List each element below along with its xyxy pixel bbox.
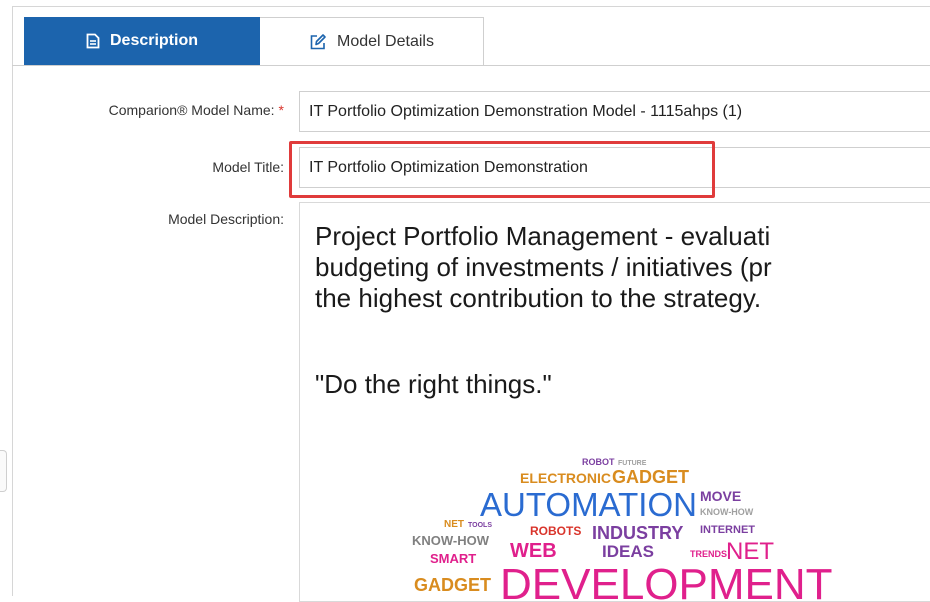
word-cloud-word: AUTOMATION (480, 486, 697, 523)
tab-model-details[interactable]: Model Details (260, 17, 484, 65)
description-line-3: the highest contribution to the strategy… (315, 283, 762, 313)
sidebar-handle[interactable] (0, 450, 7, 492)
word-cloud-word: GADGET (414, 575, 491, 595)
tab-bar: Description Model Details (12, 17, 930, 66)
word-cloud-word: KNOW-HOW (700, 507, 754, 517)
model-description-label-text: Model Description: (168, 211, 284, 227)
word-cloud-word: MOVE (700, 488, 741, 504)
panel-left-border (12, 6, 13, 596)
model-name-label-text: Comparion® Model Name: (108, 102, 275, 118)
word-cloud-image: ROBOT FUTURE ELECTRONIC GADGET AUTOMATIO… (412, 457, 833, 601)
model-title-value: IT Portfolio Optimization Demonstration (309, 158, 588, 176)
word-cloud-word: ELECTRONIC (520, 470, 611, 486)
model-description-label: Model Description: (30, 211, 284, 227)
model-name-input[interactable]: IT Portfolio Optimization Demonstration … (299, 91, 930, 132)
description-line-2: budgeting of investments / initiatives (… (315, 252, 772, 282)
word-cloud-word: KNOW-HOW (412, 533, 490, 548)
document-icon (86, 33, 100, 49)
word-cloud-word: INTERNET (700, 524, 755, 536)
edit-icon (309, 33, 327, 51)
word-cloud-word: SMART (430, 551, 476, 566)
tab-description[interactable]: Description (24, 17, 260, 65)
word-cloud-word: TRENDS (690, 549, 727, 559)
model-name-label: Comparion® Model Name: * (30, 102, 284, 118)
word-cloud-word: IDEAS (602, 542, 654, 561)
required-marker: * (278, 102, 284, 118)
word-cloud-word: NET (444, 519, 464, 530)
model-description-editor[interactable]: Project Portfolio Management - evaluati … (299, 202, 930, 602)
tab-model-details-label: Model Details (337, 32, 434, 50)
word-cloud-word: INDUSTRY (592, 523, 683, 543)
word-cloud-word: ROBOT (582, 457, 615, 467)
model-title-input[interactable]: IT Portfolio Optimization Demonstration (299, 147, 930, 188)
word-cloud-word: GADGET (612, 467, 689, 487)
model-name-value: IT Portfolio Optimization Demonstration … (309, 102, 743, 120)
panel-top-border (12, 6, 930, 7)
word-cloud-word: FUTURE (618, 460, 647, 467)
word-cloud-word: ROBOTS (530, 524, 581, 538)
word-cloud-word: TOOLS (468, 522, 492, 529)
word-cloud-word: WEB (510, 540, 557, 562)
model-title-label-text: Model Title: (212, 159, 284, 175)
description-quote: "Do the right things." (315, 369, 552, 399)
tab-description-label: Description (109, 32, 198, 49)
model-title-label: Model Title: (30, 159, 284, 175)
description-paragraph: Project Portfolio Management - evaluati … (315, 221, 930, 314)
description-line-1: Project Portfolio Management - evaluati (315, 221, 771, 251)
